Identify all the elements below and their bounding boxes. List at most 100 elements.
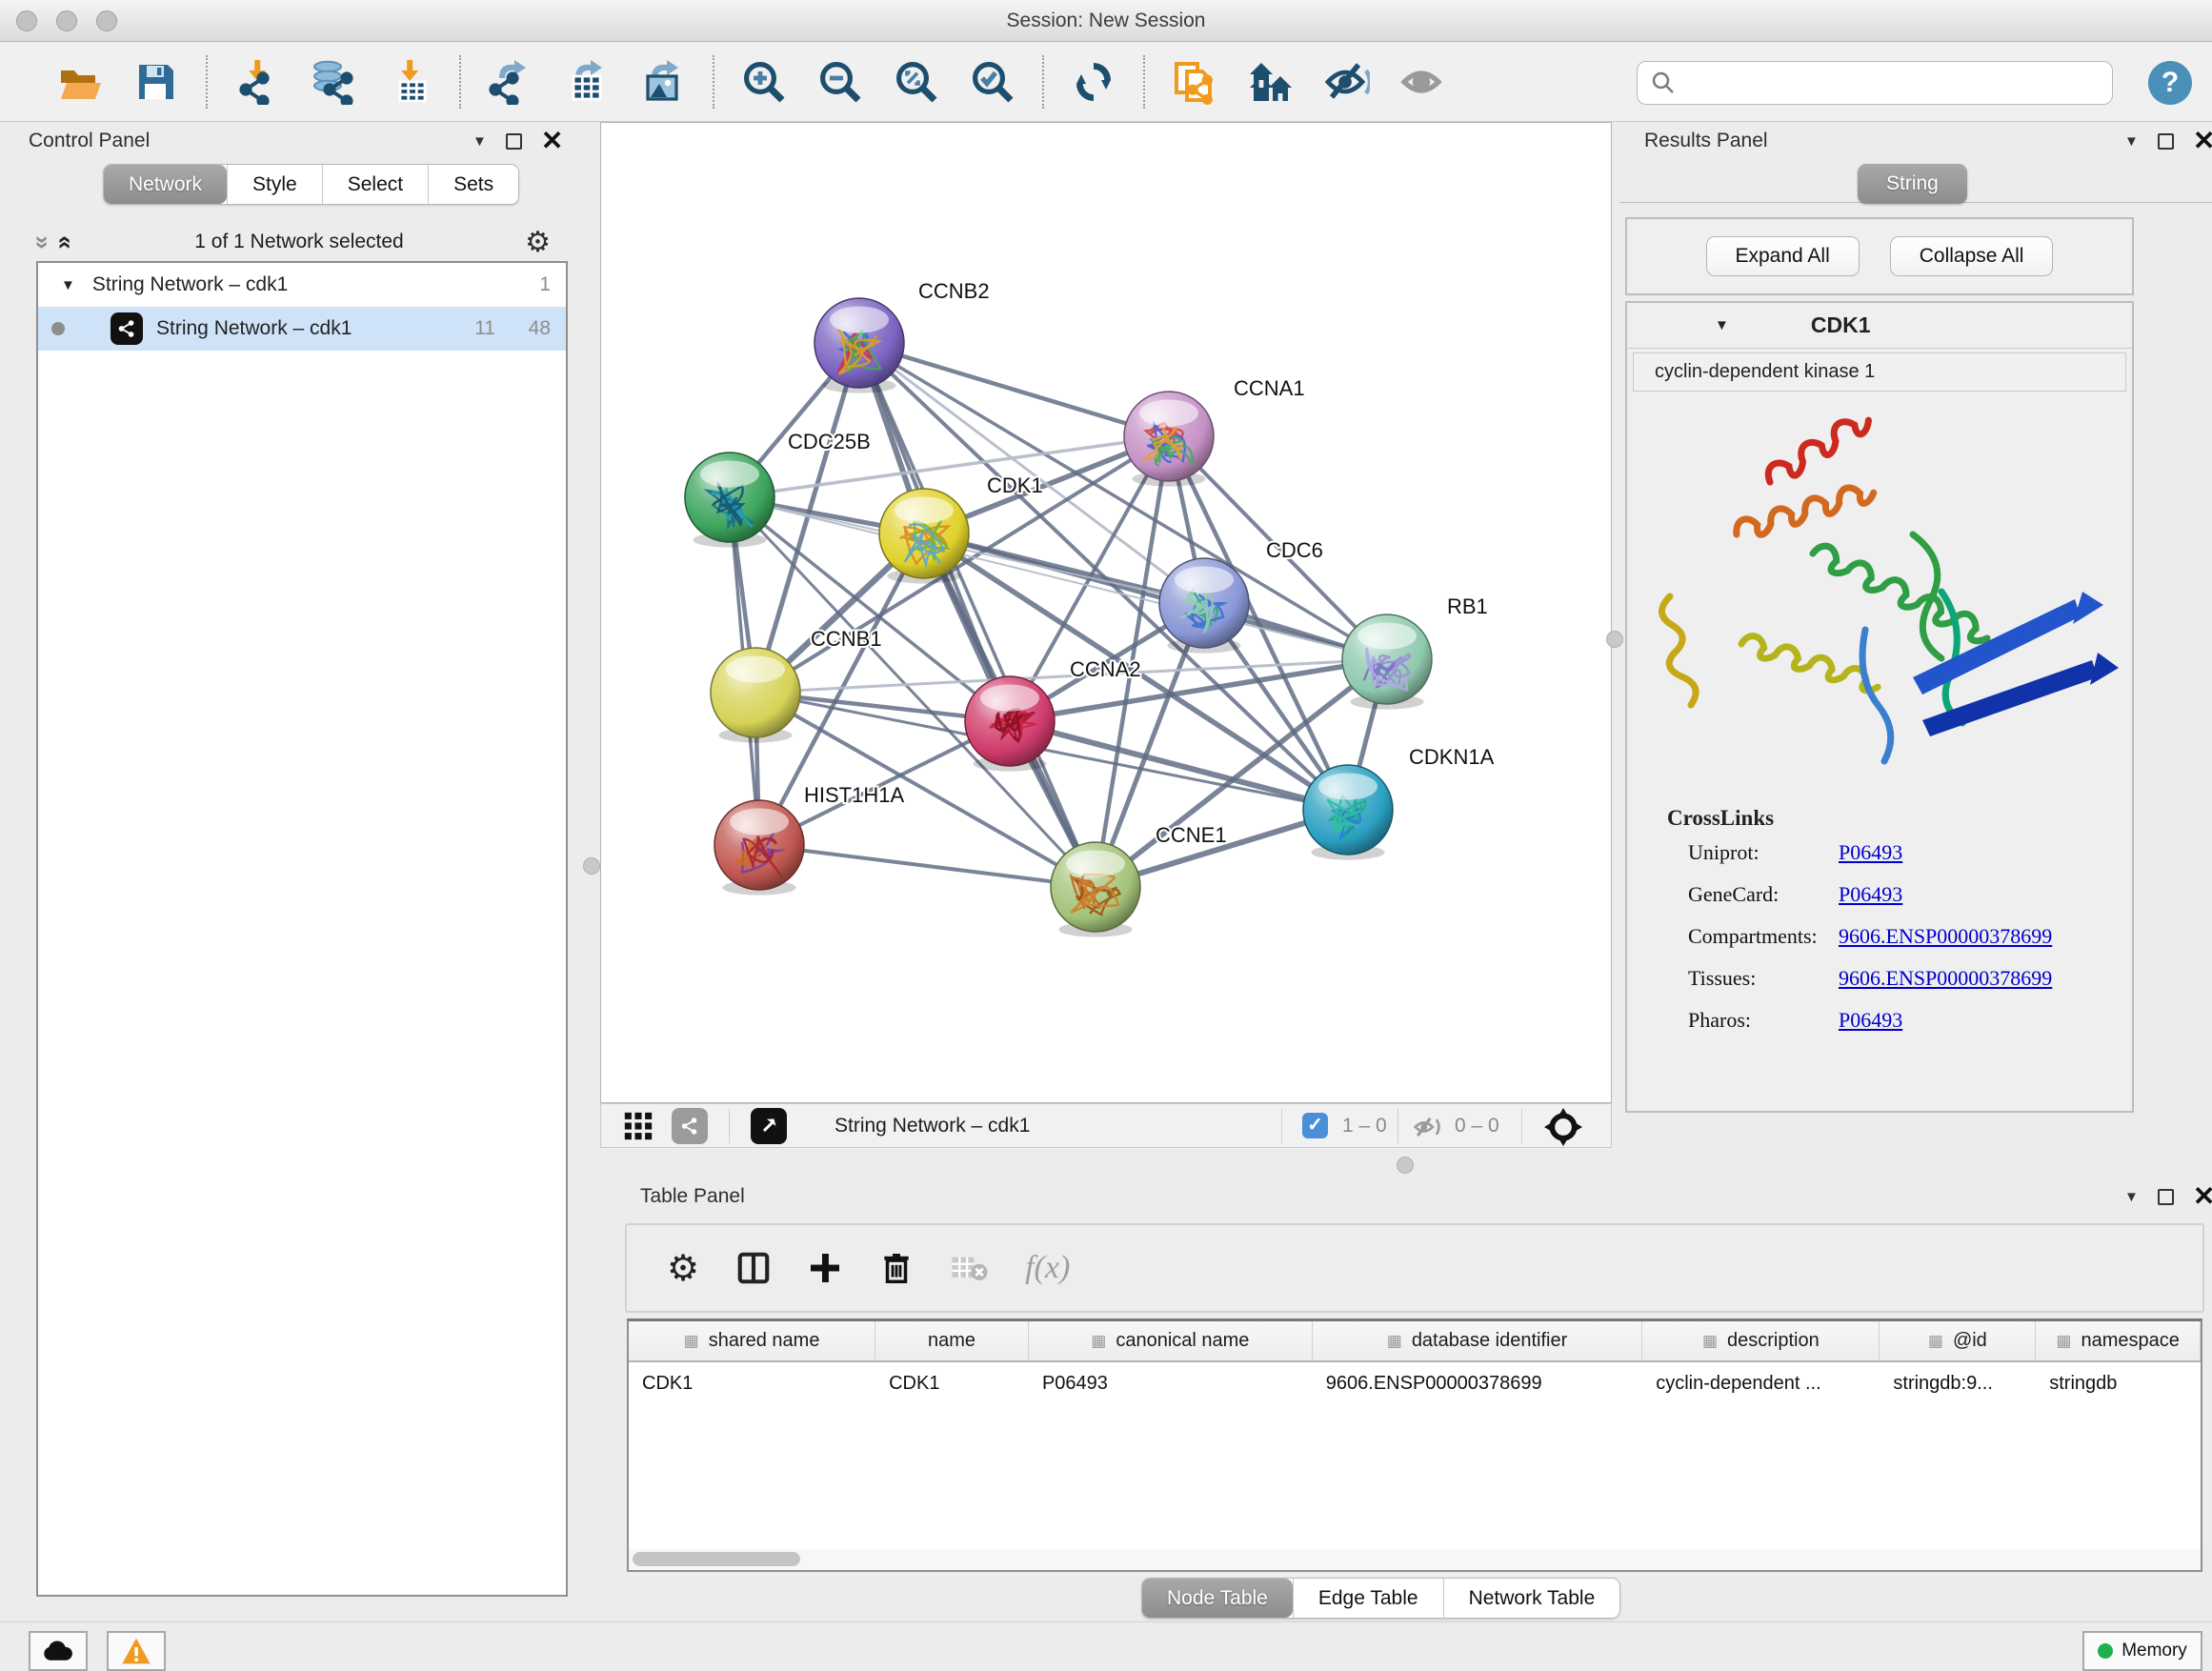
left-splitter-handle[interactable]	[583, 857, 600, 875]
network-node-HIST1H1A[interactable]	[714, 800, 804, 896]
network-row-selected[interactable]: String Network – cdk1 11 48	[38, 307, 566, 351]
column-type-icon: ▦	[1928, 1332, 1943, 1351]
warnings-button[interactable]	[107, 1631, 166, 1671]
network-options-gear-icon[interactable]: ⚙	[525, 226, 551, 259]
network-edge[interactable]	[759, 845, 1096, 887]
export-network-button[interactable]	[486, 57, 535, 107]
column-header-shared-name[interactable]: ▦shared name	[629, 1321, 875, 1360]
network-node-CCNE1[interactable]	[1051, 842, 1140, 937]
table-options-gear-icon[interactable]: ⚙	[667, 1247, 699, 1289]
zoom-out-icon	[817, 59, 863, 105]
collection-disclosure-icon[interactable]: ▼	[61, 277, 75, 293]
horizontal-splitter-handle[interactable]	[1397, 1157, 1414, 1174]
control-panel-menu-caret-icon[interactable]: ▼	[473, 133, 487, 150]
table-row[interactable]: CDK1CDK1P064939606.ENSP00000378699cyclin…	[629, 1362, 2201, 1404]
export-table-button[interactable]	[562, 57, 612, 107]
collection-count: 1	[539, 273, 551, 296]
zoom-in-icon	[741, 59, 787, 105]
crosslink-link[interactable]: P06493	[1839, 840, 1902, 865]
results-panel-float-icon[interactable]	[2158, 133, 2174, 150]
add-column-icon[interactable]	[808, 1251, 842, 1285]
import-network-file-button[interactable]	[232, 57, 282, 107]
network-node-CCNA1[interactable]	[1124, 392, 1214, 487]
export-image-button[interactable]	[638, 57, 688, 107]
column-header-database-identifier[interactable]: ▦database identifier	[1313, 1321, 1642, 1360]
tab-sets[interactable]: Sets	[428, 165, 518, 204]
save-session-icon	[133, 59, 179, 105]
current-network-dot-icon	[51, 322, 65, 335]
column-header-namespace[interactable]: ▦namespace	[2036, 1321, 2201, 1360]
column-header-@id[interactable]: ▦@id	[1880, 1321, 2036, 1360]
zoom-out-button[interactable]	[815, 57, 865, 107]
tab-network[interactable]: Network	[104, 165, 227, 204]
collapse-all-button[interactable]: Collapse All	[1890, 236, 2054, 276]
zoom-fit-button[interactable]	[892, 57, 941, 107]
clone-network-button[interactable]	[1170, 57, 1219, 107]
open-in-new-window-icon[interactable]	[751, 1108, 787, 1144]
import-network-database-button[interactable]	[309, 57, 358, 107]
tab-edge-table[interactable]: Edge Table	[1293, 1579, 1443, 1618]
network-node-CCNA2[interactable]	[965, 676, 1055, 772]
expand-all-button[interactable]: Expand All	[1706, 236, 1860, 276]
crosslink-link[interactable]: 9606.ENSP00000378699	[1839, 924, 2052, 949]
crosslink-link[interactable]: P06493	[1839, 882, 1902, 907]
column-header-canonical-name[interactable]: ▦canonical name	[1029, 1321, 1313, 1360]
results-panel-menu-caret-icon[interactable]: ▼	[2124, 133, 2139, 150]
save-session-button[interactable]	[131, 57, 181, 107]
network-node-CCNB1[interactable]	[711, 648, 800, 743]
control-panel-close-icon[interactable]: ✕	[541, 131, 563, 151]
search-field[interactable]	[1637, 61, 2113, 105]
table-panel-float-icon[interactable]	[2158, 1189, 2174, 1205]
home-neighbors-button[interactable]	[1246, 57, 1296, 107]
refresh-icon	[1071, 59, 1116, 105]
column-type-icon: ▦	[1091, 1332, 1106, 1351]
zoom-selected-button[interactable]	[968, 57, 1017, 107]
network-node-CDC6[interactable]	[1159, 558, 1249, 654]
cloud-button[interactable]	[29, 1631, 88, 1671]
zoom-in-button[interactable]	[739, 57, 789, 107]
network-style-chip-icon[interactable]	[672, 1108, 708, 1144]
network-node-RB1[interactable]	[1342, 614, 1432, 710]
network-tree: ▼ String Network – cdk1 1 String Network…	[36, 261, 568, 1597]
tab-string[interactable]: String	[1858, 164, 1967, 204]
selected-nodes-checkbox-icon[interactable]: ✓	[1302, 1113, 1328, 1138]
refresh-button[interactable]	[1069, 57, 1118, 107]
column-header-description[interactable]: ▦description	[1642, 1321, 1880, 1360]
tab-network-table[interactable]: Network Table	[1443, 1579, 1620, 1618]
search-input[interactable]	[1678, 72, 2087, 94]
application-window: Session: New Session ? Control Panel ▼ ✕	[0, 0, 2212, 1671]
delete-column-trash-icon[interactable]	[878, 1250, 915, 1286]
table-panel-menu-caret-icon[interactable]: ▼	[2124, 1189, 2139, 1205]
grid-view-icon[interactable]	[622, 1110, 654, 1142]
tab-style[interactable]: Style	[227, 165, 322, 204]
string-network-graph[interactable]: CCNB2CCNA1CDC25BCDK1CDC6RB1CCNB1CCNA2CDK…	[601, 123, 1611, 1102]
crosslink-link[interactable]: 9606.ENSP00000378699	[1839, 966, 2052, 991]
network-collection-row[interactable]: ▼ String Network – cdk1 1	[38, 263, 566, 307]
expand-all-networks-icon[interactable]: «	[51, 235, 81, 249]
cdk1-disclosure-icon[interactable]: ▼	[1715, 317, 1729, 333]
tab-select[interactable]: Select	[322, 165, 428, 204]
help-button[interactable]: ?	[2148, 61, 2192, 105]
birds-eye-view-icon[interactable]	[1544, 1108, 1582, 1146]
table-horizontal-scrollbar[interactable]	[627, 1549, 2202, 1570]
control-panel-float-icon[interactable]	[506, 133, 522, 150]
open-session-button[interactable]	[55, 57, 105, 107]
table-panel-close-icon[interactable]: ✕	[2193, 1187, 2212, 1206]
crosslink-link[interactable]: P06493	[1839, 1008, 1902, 1033]
import-network-file-icon	[234, 59, 280, 105]
tab-node-table[interactable]: Node Table	[1142, 1579, 1293, 1618]
status-bar: Memory	[0, 1621, 2212, 1671]
node-label-CDC25B: CDC25B	[788, 430, 871, 453]
network-node-CDKN1A[interactable]	[1303, 765, 1393, 860]
network-canvas[interactable]: CCNB2CCNA1CDC25BCDK1CDC6RB1CCNB1CCNA2CDK…	[600, 122, 1612, 1103]
show-all-button[interactable]	[1398, 57, 1448, 107]
node-table[interactable]: ▦shared namename▦canonical name▦database…	[627, 1319, 2202, 1572]
network-node-CDC25B[interactable]	[685, 453, 774, 548]
show-columns-icon[interactable]	[735, 1250, 772, 1286]
column-type-icon: ▦	[1387, 1332, 1402, 1351]
results-panel-close-icon[interactable]: ✕	[2193, 131, 2212, 151]
import-table-file-button[interactable]	[385, 57, 434, 107]
memory-button[interactable]: Memory	[2082, 1631, 2202, 1671]
hide-selected-button[interactable]	[1322, 57, 1372, 107]
column-header-name[interactable]: name	[875, 1321, 1029, 1360]
